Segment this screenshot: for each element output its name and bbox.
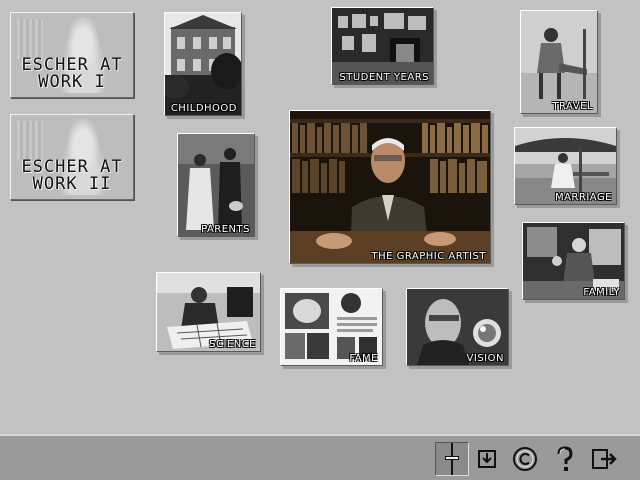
tile-fame[interactable]: FAME bbox=[280, 288, 383, 366]
tile-label: VISION bbox=[466, 353, 504, 364]
escher-at-work-2-button[interactable]: ESCHER AT WORK II bbox=[10, 114, 134, 200]
parents-photo bbox=[178, 134, 254, 236]
main-stage: ESCHER AT WORK I ESCHER AT WORK II CHILD… bbox=[0, 0, 640, 434]
tile-marriage[interactable]: MARRIAGE bbox=[514, 127, 617, 205]
tile-label: PARENTS bbox=[201, 224, 250, 235]
exit-button[interactable] bbox=[588, 442, 622, 476]
tile-label: TRAVEL bbox=[552, 101, 593, 112]
tile-label: MARRIAGE bbox=[554, 192, 612, 203]
help-icon bbox=[555, 446, 575, 472]
tile-label: THE GRAPHIC ARTIST bbox=[371, 251, 486, 262]
download-icon bbox=[475, 447, 499, 471]
tile-label: SCIENCE bbox=[209, 339, 256, 350]
tile-student-years[interactable]: STUDENT YEARS bbox=[331, 7, 434, 85]
tile-label: CHILDHOOD bbox=[170, 103, 237, 114]
bottom-toolbar bbox=[0, 434, 640, 480]
timeline-marker-button[interactable] bbox=[435, 442, 469, 476]
exit-icon bbox=[591, 447, 619, 471]
tile-family[interactable]: FAMILY bbox=[522, 222, 625, 300]
tile-vision[interactable]: VISION bbox=[406, 288, 509, 366]
plaque-texture bbox=[17, 121, 43, 161]
tile-label: STUDENT YEARS bbox=[339, 72, 429, 83]
graphic-artist-photo bbox=[290, 111, 490, 263]
plaque-title: ESCHER AT WORK I bbox=[21, 55, 123, 92]
tile-label: FAME bbox=[349, 353, 378, 364]
tile-the-graphic-artist[interactable]: THE GRAPHIC ARTIST bbox=[289, 110, 491, 264]
plaque-texture bbox=[17, 19, 43, 59]
timeline-marker-icon bbox=[442, 443, 462, 475]
download-button[interactable] bbox=[470, 442, 504, 476]
copyright-icon bbox=[512, 446, 538, 472]
tile-travel[interactable]: TRAVEL bbox=[520, 10, 598, 114]
escher-at-work-1-button[interactable]: ESCHER AT WORK I bbox=[10, 12, 134, 98]
help-button[interactable] bbox=[548, 442, 582, 476]
childhood-photo bbox=[165, 13, 241, 115]
tile-childhood[interactable]: CHILDHOOD bbox=[164, 12, 242, 116]
travel-photo bbox=[521, 11, 597, 113]
tile-parents[interactable]: PARENTS bbox=[177, 133, 255, 237]
copyright-button[interactable] bbox=[508, 442, 542, 476]
tile-science[interactable]: SCIENCE bbox=[156, 272, 261, 352]
tile-label: FAMILY bbox=[583, 287, 620, 298]
plaque-title: ESCHER AT WORK II bbox=[21, 157, 123, 194]
